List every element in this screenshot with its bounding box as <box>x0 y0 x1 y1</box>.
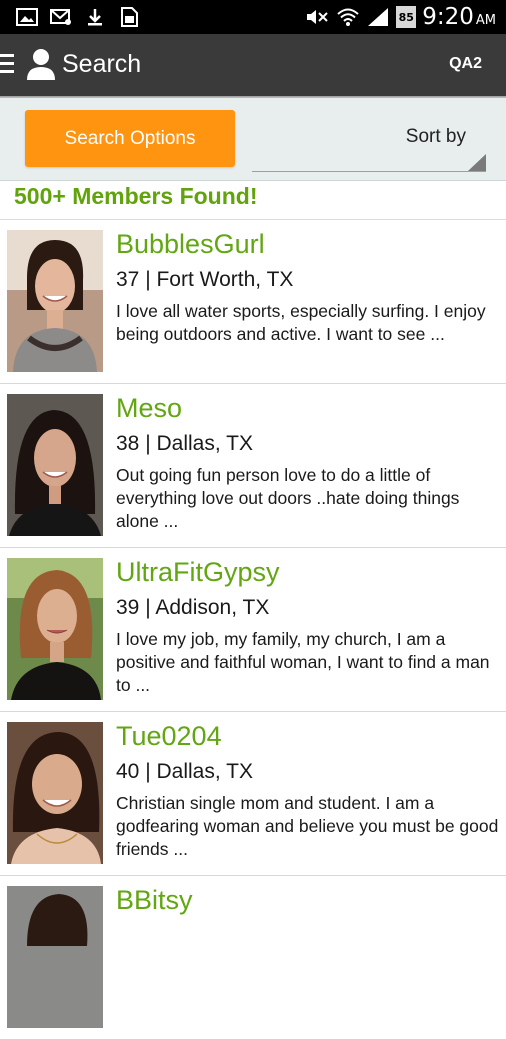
download-icon <box>88 9 102 26</box>
dropdown-caret-icon[interactable] <box>468 154 486 171</box>
member-photo[interactable] <box>7 558 103 700</box>
member-name[interactable]: UltraFitGypsy <box>116 557 280 588</box>
member-photo[interactable] <box>7 722 103 864</box>
member-photo[interactable] <box>7 886 103 1028</box>
options-bar: Search Options Sort by <box>0 98 506 181</box>
environment-label[interactable]: QA2 <box>449 52 482 76</box>
member-age-location: 39 | Addison, TX <box>116 596 270 619</box>
member-bio: I love all water sports, especially surf… <box>116 301 486 344</box>
sort-by-dropdown[interactable]: Sort by <box>252 126 466 148</box>
member-row[interactable]: UltraFitGypsy 39 | Addison, TX I love my… <box>0 548 506 712</box>
page-title: Search <box>62 50 142 78</box>
mute-icon <box>307 10 328 24</box>
person-icon[interactable] <box>26 47 56 81</box>
wifi-icon <box>337 8 359 26</box>
member-row[interactable]: Tue0204 40 | Dallas, TX Christian single… <box>0 712 506 876</box>
results-count: 500+ Members Found! <box>14 183 258 209</box>
member-photo[interactable] <box>7 394 103 536</box>
clock: 9:20 AM <box>422 4 496 30</box>
mail-icon <box>50 9 71 25</box>
member-name[interactable]: BubblesGurl <box>116 229 265 260</box>
member-row[interactable]: BubblesGurl 37 | Fort Worth, TX I love a… <box>0 220 506 384</box>
sort-by-underline <box>252 171 486 172</box>
battery-indicator: 85 <box>396 6 417 28</box>
menu-icon[interactable] <box>0 54 14 76</box>
status-bar: 85 9:20 AM <box>0 0 506 34</box>
search-options-button[interactable]: Search Options <box>25 110 235 167</box>
member-name[interactable]: Meso <box>116 393 182 424</box>
member-row[interactable]: Meso 38 | Dallas, TX Out going fun perso… <box>0 384 506 548</box>
member-photo[interactable] <box>7 230 103 372</box>
member-name[interactable]: BBitsy <box>116 885 193 916</box>
member-age-location: 38 | Dallas, TX <box>116 432 253 455</box>
clock-time: 9:20 <box>422 4 474 30</box>
action-bar: Search QA2 <box>0 34 506 96</box>
member-row[interactable]: BBitsy <box>0 876 506 1039</box>
signal-icon <box>368 8 389 26</box>
member-age-location: 40 | Dallas, TX <box>116 760 253 783</box>
member-bio: Out going fun person love to do a little… <box>116 465 460 531</box>
sim-icon <box>121 7 138 27</box>
member-bio: I love my job, my family, my church, I a… <box>116 629 490 695</box>
clock-ampm: AM <box>475 13 496 28</box>
image-icon <box>16 8 38 26</box>
member-name[interactable]: Tue0204 <box>116 721 222 752</box>
member-age-location: 37 | Fort Worth, TX <box>116 268 294 291</box>
member-bio: Christian single mom and student. I am a… <box>116 793 499 859</box>
